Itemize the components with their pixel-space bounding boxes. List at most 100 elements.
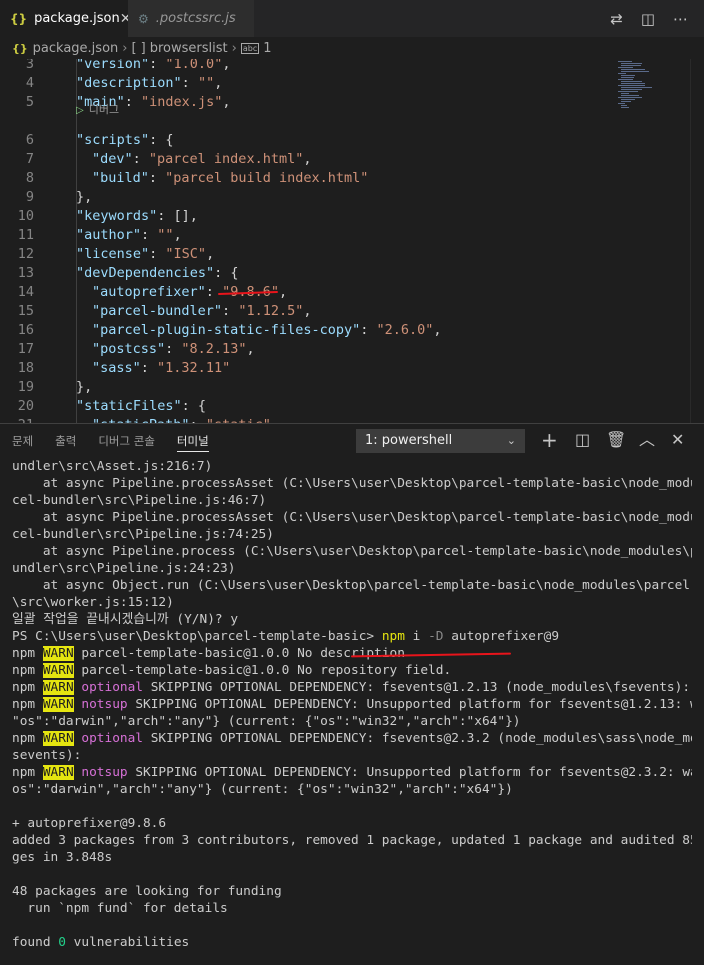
code-text: "build": "parcel build index.html" bbox=[92, 170, 369, 186]
line-number: 6 bbox=[25, 132, 34, 148]
close-panel-icon[interactable]: ✕ bbox=[671, 429, 684, 451]
tab-package-json[interactable]: {} package.json ✕ bbox=[0, 0, 131, 37]
code-text: "version": "1.0.0", bbox=[76, 59, 231, 72]
code-line: 17 "postcss": "8.2.13", bbox=[0, 340, 614, 359]
code-line: 21 "staticPath": "static" bbox=[0, 416, 614, 423]
terminal-line: found 0 vulnerabilities bbox=[12, 935, 190, 950]
terminal-line: sevents): bbox=[12, 748, 82, 763]
add-terminal-icon[interactable]: + bbox=[541, 429, 558, 451]
line-number: 4 bbox=[25, 75, 34, 91]
editor-actions: ⇄ ◫ ⋯ bbox=[610, 0, 704, 37]
terminal-line: at async Pipeline.processAsset (C:\Users… bbox=[12, 476, 692, 491]
terminal-line: at async Pipeline.processAsset (C:\Users… bbox=[12, 510, 692, 525]
line-number: 19 bbox=[17, 379, 34, 395]
minimap-line bbox=[618, 85, 645, 86]
breadcrumb-node[interactable]: 1 bbox=[263, 41, 271, 56]
minimap-line bbox=[618, 73, 627, 74]
tab-label: package.json bbox=[34, 11, 120, 26]
tab-problems[interactable]: 문제 bbox=[0, 424, 33, 458]
minimap-line bbox=[621, 71, 649, 72]
more-icon[interactable]: ⋯ bbox=[673, 10, 688, 28]
code-text: "devDependencies": { bbox=[76, 265, 239, 281]
code-line: 10 "keywords": [], bbox=[0, 207, 614, 226]
line-number: 11 bbox=[17, 227, 34, 243]
tab-debug-console[interactable]: 디버그 콘솔 bbox=[86, 424, 155, 458]
terminal-line: at async Object.run (C:\Users\user\Deskt… bbox=[12, 578, 692, 593]
terminal-line: npm WARN notsup SKIPPING OPTIONAL DEPEND… bbox=[12, 697, 692, 712]
minimap[interactable] bbox=[614, 59, 690, 423]
terminal-line: added 3 packages from 3 contributors, re… bbox=[12, 833, 692, 848]
minimap-line bbox=[621, 93, 630, 94]
code-line: 7 "dev": "parcel index.html", bbox=[0, 150, 614, 169]
minimap-line bbox=[621, 95, 640, 96]
minimap-line bbox=[621, 107, 630, 108]
code-text: "sass": "1.32.11" bbox=[92, 360, 231, 376]
minimap-line bbox=[621, 63, 642, 64]
code-line: 11 "author": "", bbox=[0, 226, 614, 245]
minimap-line bbox=[621, 89, 642, 90]
minimap-line bbox=[618, 97, 642, 98]
code-line: 4 "description": "", bbox=[0, 74, 614, 93]
chevron-down-icon: ⌄ bbox=[506, 434, 516, 447]
line-number: 7 bbox=[25, 151, 34, 167]
code-line: 20 "staticFiles": { bbox=[0, 397, 614, 416]
minimap-line bbox=[621, 69, 645, 70]
tab-output[interactable]: 출력 bbox=[43, 424, 76, 458]
code-line: 3 "version": "1.0.0", bbox=[0, 59, 614, 74]
minimap-line bbox=[621, 101, 631, 102]
terminal-line: 일괄 작업을 끝내시겠습니까 (Y/N)? y bbox=[12, 612, 239, 627]
json-file-icon: {} bbox=[12, 41, 28, 55]
code-text: "postcss": "8.2.13", bbox=[92, 341, 255, 357]
chevron-right-icon: › bbox=[122, 40, 128, 56]
terminal-line: "os":"darwin","arch":"any"} (current: {"… bbox=[12, 714, 521, 729]
minimap-line bbox=[618, 103, 625, 104]
split-terminal-icon[interactable]: ◫ bbox=[575, 429, 590, 451]
line-number: 8 bbox=[25, 170, 34, 186]
tab-postcssrc[interactable]: ⚙ .postcssrc.js bbox=[128, 0, 254, 37]
panel-tab-bar: 문제 출력 디버그 콘솔 터미널 bbox=[0, 424, 704, 458]
code-line: 9}, bbox=[0, 188, 614, 207]
code-text: "staticFiles": { bbox=[76, 398, 207, 414]
trash-icon[interactable]: 🗑︎ bbox=[606, 429, 626, 451]
minimap-line bbox=[618, 67, 634, 68]
minimap-line bbox=[621, 99, 635, 100]
tab-terminal[interactable]: 터미널 bbox=[165, 424, 209, 458]
breadcrumb-node[interactable]: browserslist bbox=[150, 41, 228, 56]
editor-scrollbar[interactable] bbox=[690, 59, 704, 423]
code-text: }, bbox=[76, 379, 93, 395]
minimap-line bbox=[618, 61, 632, 62]
split-editor-icon[interactable]: ◫ bbox=[641, 10, 655, 28]
code-text: "parcel-plugin-static-files-copy": "2.6.… bbox=[92, 322, 442, 338]
line-number: 21 bbox=[0, 416, 34, 423]
line-number: 10 bbox=[17, 208, 34, 224]
code-line: 15 "parcel-bundler": "1.12.5", bbox=[0, 302, 614, 321]
line-number: 12 bbox=[17, 246, 34, 262]
terminal-line: ges in 3.848s bbox=[12, 850, 113, 865]
line-number: 17 bbox=[17, 341, 34, 357]
terminal-output[interactable]: undler\src\Asset.js:216:7) at async Pipe… bbox=[12, 458, 692, 951]
play-icon: ▷ bbox=[76, 105, 84, 116]
code-editor[interactable]: 3 "version": "1.0.0", 4 "description": "", 5… bbox=[0, 59, 704, 423]
code-line: 13 "devDependencies": { bbox=[0, 264, 614, 283]
terminal-line: npm WARN parcel-template-basic@1.0.0 No … bbox=[12, 646, 405, 661]
terminal-line: npm WARN parcel-template-basic@1.0.0 No … bbox=[12, 663, 452, 678]
maximize-panel-icon[interactable]: ︿ bbox=[639, 429, 655, 451]
terminal-line: npm WARN optional SKIPPING OPTIONAL DEPE… bbox=[12, 680, 691, 695]
line-number: 18 bbox=[17, 360, 34, 376]
terminal-line: 48 packages are looking for funding bbox=[12, 884, 282, 899]
code-text: "license": "ISC", bbox=[76, 246, 215, 262]
terminal-select[interactable]: 1: powershell ⌄ bbox=[356, 429, 525, 453]
debug-codelens[interactable]: ▷ 디버그 bbox=[76, 100, 119, 119]
compare-icon[interactable]: ⇄ bbox=[610, 10, 623, 28]
code-line: 6 "scripts": { bbox=[0, 131, 614, 150]
code-text: "keywords": [], bbox=[76, 208, 198, 224]
line-number: 15 bbox=[17, 303, 34, 319]
line-number: 3 bbox=[25, 59, 34, 72]
line-number: 20 bbox=[17, 398, 34, 414]
minimap-line bbox=[618, 79, 634, 80]
terminal-line: undler\src\Pipeline.js:24:23) bbox=[12, 561, 236, 576]
code-text: }, bbox=[76, 189, 93, 205]
breadcrumb-file[interactable]: package.json bbox=[33, 41, 119, 56]
